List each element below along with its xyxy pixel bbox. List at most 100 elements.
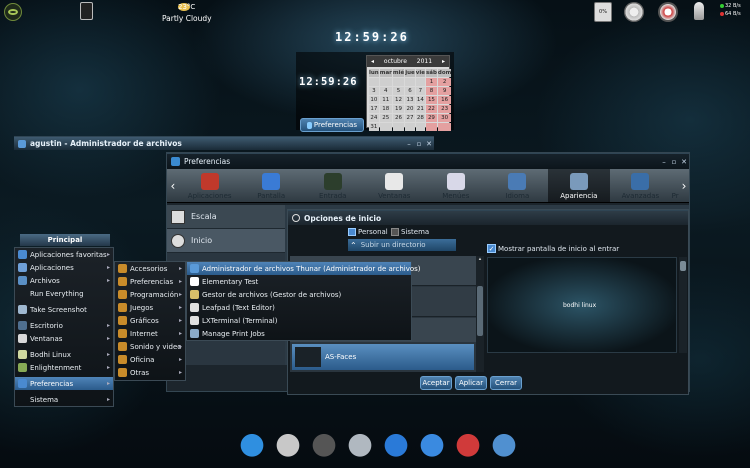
apps-submenu-item[interactable]: Accesorios ▸ (115, 262, 185, 275)
toolbar-tab-overflow[interactable]: Pr (671, 169, 679, 202)
preferences-titlebar[interactable]: Preferencias – ▫ ✕ (167, 153, 689, 169)
calendar-day[interactable]: 14 (415, 96, 425, 104)
calendar-day[interactable]: 15 (425, 96, 437, 104)
toolbar-tab-keyboard[interactable]: Entrada (302, 169, 364, 202)
main-menu-item[interactable]: Archivos ▸ (15, 274, 113, 287)
toolbar-tab-apps[interactable]: Aplicaciones (179, 169, 241, 202)
calendar-day[interactable]: 6 (405, 87, 415, 95)
accessories-submenu-item[interactable]: Manage Print Jobs (187, 327, 411, 340)
list-item-escala[interactable]: Escala (167, 205, 285, 229)
toolbar-tab-menu[interactable]: Menúes (425, 169, 487, 202)
calendar-day[interactable]: 13 (405, 96, 415, 104)
calendar-day[interactable]: 8 (425, 87, 437, 95)
calendar-day[interactable]: 30 (437, 114, 452, 122)
desktop-preferencias-button[interactable]: Preferencias (300, 118, 364, 132)
toolbar-tab-language[interactable]: Idioma (487, 169, 549, 202)
accessories-submenu-item[interactable]: Leafpad (Text Editor) (187, 301, 411, 314)
mem-gauge-icon[interactable] (658, 2, 678, 22)
accept-button[interactable]: Aceptar (420, 376, 452, 390)
calendar-day[interactable]: 11 (379, 96, 392, 104)
minimize-icon[interactable]: – (659, 157, 669, 167)
bodhi-logo-icon[interactable] (4, 3, 22, 21)
calendar-day[interactable]: 28 (415, 114, 425, 122)
preview-scrollbar[interactable] (679, 257, 687, 353)
calendar-day[interactable]: 24 (369, 114, 379, 122)
accessories-submenu-item[interactable]: Gestor de archivos (Gestor de archivos) (187, 288, 411, 301)
startup-dialog-titlebar[interactable]: Opciones de inicio (288, 210, 688, 225)
calendar-day[interactable]: 7 (415, 87, 425, 95)
calendar-day[interactable]: 10 (369, 96, 379, 104)
calendar-day[interactable]: 20 (405, 105, 415, 113)
apps-submenu-item[interactable]: Otras ▸ (115, 366, 185, 379)
calendar-day[interactable]: 25 (379, 114, 392, 122)
main-menu-item[interactable]: Ventanas ▸ (15, 332, 113, 345)
calendar-day[interactable]: 9 (437, 87, 452, 95)
battery-widget[interactable]: 0% (594, 2, 612, 22)
apps-submenu-item[interactable]: Juegos ▸ (115, 301, 185, 314)
file-manager-titlebar[interactable]: agustin - Administrador de archivos – ▫ … (14, 136, 434, 150)
chair-icon[interactable] (236, 430, 268, 464)
calendar-day[interactable]: 4 (379, 87, 392, 95)
close-icon[interactable]: ✕ (424, 139, 434, 149)
apps-submenu-item[interactable]: Sonido y video ▸ (115, 340, 185, 353)
tools-icon[interactable] (272, 430, 304, 464)
radio-personal[interactable]: Personal (348, 228, 388, 236)
calendar-day[interactable]: 5 (392, 87, 405, 95)
accessories-submenu-item[interactable]: LXTerminal (Terminal) (187, 314, 411, 327)
calendar-day[interactable]: 29 (425, 114, 437, 122)
calendar-day[interactable]: 23 (437, 105, 452, 113)
main-menu-item[interactable]: Run Everything (15, 287, 113, 300)
main-menu-item[interactable]: Sistema ▸ (15, 393, 113, 406)
show-splash-checkbox[interactable]: ✓ Mostrar pantalla de inicio al entrar (487, 244, 619, 253)
accessories-submenu-item[interactable]: Administrador de archivos Thunar (Admini… (187, 262, 421, 275)
calendar-day[interactable]: 18 (379, 105, 392, 113)
calendar-day[interactable]: 16 (437, 96, 452, 104)
apps-submenu-item[interactable]: Programación ▸ (115, 288, 185, 301)
calendar-day[interactable]: 1 (425, 78, 437, 86)
calendar-next-icon[interactable]: ▸ (442, 58, 445, 65)
main-menu-item[interactable]: Bodhi Linux ▸ (15, 348, 113, 361)
main-menu-item[interactable]: Take Screenshot (15, 303, 113, 316)
lock-icon[interactable] (488, 430, 520, 464)
phone-icon[interactable] (80, 2, 93, 20)
scroll-thumb[interactable] (680, 261, 686, 271)
calendar-prev-icon[interactable]: ◂ (371, 58, 374, 65)
toolbar-tab-advanced[interactable]: Avanzadas (610, 169, 672, 202)
main-menu-item[interactable]: Escritorio ▸ (15, 319, 113, 332)
maximize-icon[interactable]: ▫ (414, 139, 424, 149)
calendar-day[interactable]: 27 (405, 114, 415, 122)
calendar-day[interactable]: 19 (392, 105, 405, 113)
scroll-up-icon[interactable]: ▴ (476, 256, 484, 264)
cpu-gauge-icon[interactable] (624, 2, 644, 22)
up-directory-button[interactable]: ⌃ Subir un directorio (348, 239, 456, 251)
microphone-icon[interactable] (694, 2, 704, 20)
close-icon[interactable]: ✕ (679, 157, 689, 167)
accessories-submenu-item[interactable]: Elementary Test (187, 275, 411, 288)
toolbar-scroll-right-icon[interactable]: › (679, 169, 689, 202)
toolbar-tab-appearance[interactable]: Apariencia (548, 169, 610, 202)
apps-submenu-item[interactable]: Gráficos ▸ (115, 314, 185, 327)
calendar-day[interactable]: 22 (425, 105, 437, 113)
list-item-inicio[interactable]: Inicio (167, 229, 285, 253)
toolbar-scroll-left-icon[interactable]: ‹ (167, 169, 179, 202)
calendar-day[interactable]: 21 (415, 105, 425, 113)
main-menu-item[interactable]: Enlightenment ▸ (15, 361, 113, 374)
compass-icon[interactable] (416, 430, 448, 464)
minimize-icon[interactable]: – (404, 139, 414, 149)
apps-submenu-item[interactable]: Oficina ▸ (115, 353, 185, 366)
calendar-day[interactable]: 26 (392, 114, 405, 122)
calendar-day[interactable]: 3 (369, 87, 379, 95)
calendar-grid[interactable]: lun mar mié jue vie sáb dom 1 2 3 4 5 6 7 8 9 10 11 12 13 14… (367, 67, 452, 133)
scroll-thumb[interactable] (477, 286, 483, 336)
mail-icon[interactable] (344, 430, 376, 464)
weather-widget[interactable]: 23°C Partly Cloudy (150, 1, 220, 25)
calendar-day[interactable]: 31 (369, 123, 379, 131)
toolbar-tab-display[interactable]: Pantalla (240, 169, 302, 202)
close-button[interactable]: Cerrar (490, 376, 522, 390)
main-menu-item[interactable]: Aplicaciones favoritas ▸ (15, 248, 113, 261)
main-menu-item[interactable]: Preferencias ▸ (15, 377, 113, 390)
calendar-day[interactable]: 12 (392, 96, 405, 104)
main-menu-item[interactable]: Aplicaciones ▸ (15, 261, 113, 274)
radio-sistema[interactable]: Sistema (391, 228, 429, 236)
calendar-day[interactable]: 2 (437, 78, 452, 86)
